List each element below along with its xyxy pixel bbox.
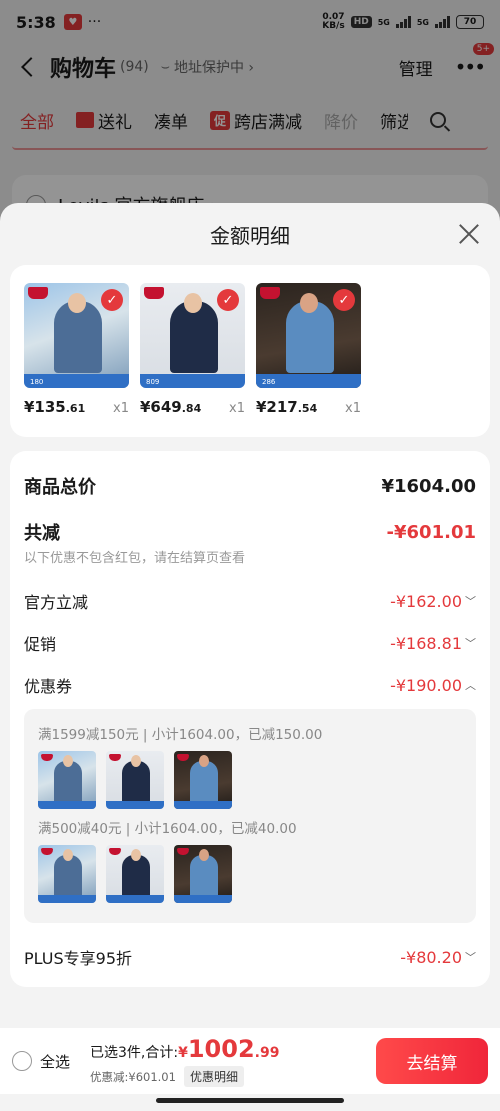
mini-product-image bbox=[174, 751, 232, 809]
promo-label: 促销 bbox=[24, 635, 57, 654]
brand-logo-icon bbox=[260, 287, 280, 299]
discount-detail-button[interactable]: 优惠明细 bbox=[183, 1066, 244, 1087]
amount-detail-sheet: 金额明细 ✓ 180 ¥135.61 x1 ✓ 809 ¥649.84 x1 ✓… bbox=[0, 203, 500, 1111]
close-icon[interactable] bbox=[458, 223, 480, 245]
discount-row: 共减 -¥601.01 bbox=[24, 519, 476, 545]
order-summary: 已选3件,合计: ¥1002.99 优惠减:¥601.01 优惠明细 bbox=[90, 1035, 279, 1087]
coupon-products bbox=[38, 751, 462, 809]
product-item[interactable]: ✓ 180 ¥135.61 x1 bbox=[24, 283, 129, 419]
product-price: ¥135.61 bbox=[24, 398, 86, 416]
product-qty: x1 bbox=[229, 401, 245, 416]
selected-text: 已选3件,合计: bbox=[90, 1045, 179, 1061]
promo-value: -¥168.81 ﹀ bbox=[390, 633, 476, 653]
chevron-down-icon: ﹀ bbox=[465, 595, 476, 608]
discount-note: 以下优惠不包含红包，请在结算页查看 bbox=[24, 551, 246, 566]
sheet-title: 金额明细 bbox=[210, 223, 290, 248]
coupon-products bbox=[38, 845, 462, 903]
checkmark-icon: ✓ bbox=[333, 289, 355, 311]
official-discount-row[interactable]: 官方立减 -¥162.00 ﹀ bbox=[24, 589, 476, 613]
plus-value: -¥80.20 ﹀ bbox=[400, 947, 476, 967]
mini-product-image bbox=[106, 751, 164, 809]
plus-label: PLUS专享95折 bbox=[24, 949, 132, 968]
product-price: ¥217.54 bbox=[256, 398, 318, 416]
coupon-label: 优惠券 bbox=[24, 677, 73, 696]
product-image: ✓ 286 bbox=[256, 283, 361, 388]
brand-logo-icon bbox=[144, 287, 164, 299]
sheet-header: 金额明细 bbox=[0, 203, 500, 265]
product-image: ✓ 180 bbox=[24, 283, 129, 388]
product-qty: x1 bbox=[345, 401, 361, 416]
chevron-down-icon: ﹀ bbox=[465, 951, 476, 964]
total-label: 商品总价 bbox=[24, 477, 96, 498]
checkmark-icon: ✓ bbox=[217, 289, 239, 311]
product-price: ¥649.84 bbox=[140, 398, 202, 416]
official-label: 官方立减 bbox=[24, 593, 89, 612]
coupon-detail-box: 满1599减150元 | 小计1604.00，已减150.00 满500减40元… bbox=[24, 709, 476, 923]
checkout-bar: 全选 已选3件,合计: ¥1002.99 优惠减:¥601.01 优惠明细 去结… bbox=[0, 1028, 500, 1094]
select-all-toggle[interactable]: 全选 bbox=[12, 1051, 70, 1072]
product-item[interactable]: ✓ 286 ¥217.54 x1 bbox=[256, 283, 361, 419]
plus-discount-row[interactable]: PLUS专享95折 -¥80.20 ﹀ bbox=[24, 945, 476, 969]
chevron-down-icon: ﹀ bbox=[465, 637, 476, 650]
discount-label: 共减 bbox=[24, 523, 60, 544]
select-all-label: 全选 bbox=[40, 1052, 71, 1071]
checkmark-icon: ✓ bbox=[101, 289, 123, 311]
mini-product-image bbox=[38, 751, 96, 809]
official-value: -¥162.00 ﹀ bbox=[390, 591, 476, 611]
mini-product-image bbox=[106, 845, 164, 903]
checkout-button[interactable]: 去结算 bbox=[376, 1038, 488, 1084]
amount-details-card: 商品总价 ¥1604.00 共减 -¥601.01 以下优惠不包含红包，请在结算… bbox=[10, 451, 490, 987]
mini-product-image bbox=[174, 845, 232, 903]
select-all-radio[interactable] bbox=[12, 1051, 32, 1071]
coupon-row[interactable]: 优惠券 -¥190.00 ︿ bbox=[24, 673, 476, 697]
coupon-line: 满1599减150元 | 小计1604.00，已减150.00 bbox=[38, 727, 323, 743]
products-card: ✓ 180 ¥135.61 x1 ✓ 809 ¥649.84 x1 ✓ 286 … bbox=[10, 265, 490, 437]
home-indicator[interactable] bbox=[156, 1098, 344, 1103]
coupon-line: 满500减40元 | 小计1604.00，已减40.00 bbox=[38, 821, 297, 837]
mini-product-image bbox=[38, 845, 96, 903]
chevron-up-icon: ︿ bbox=[465, 679, 476, 692]
discount-summary: 优惠减:¥601.01 bbox=[90, 1069, 176, 1084]
coupon-value: -¥190.00 ︿ bbox=[390, 675, 476, 695]
total-value: ¥1604.00 bbox=[381, 475, 476, 497]
brand-logo-icon bbox=[28, 287, 48, 299]
product-image: ✓ 809 bbox=[140, 283, 245, 388]
product-qty: x1 bbox=[113, 401, 129, 416]
promo-row[interactable]: 促销 -¥168.81 ﹀ bbox=[24, 631, 476, 655]
order-total: ¥1002.99 bbox=[178, 1035, 280, 1063]
product-item[interactable]: ✓ 809 ¥649.84 x1 bbox=[140, 283, 245, 419]
total-row: 商品总价 ¥1604.00 bbox=[24, 473, 476, 499]
discount-value: -¥601.01 bbox=[386, 521, 476, 543]
